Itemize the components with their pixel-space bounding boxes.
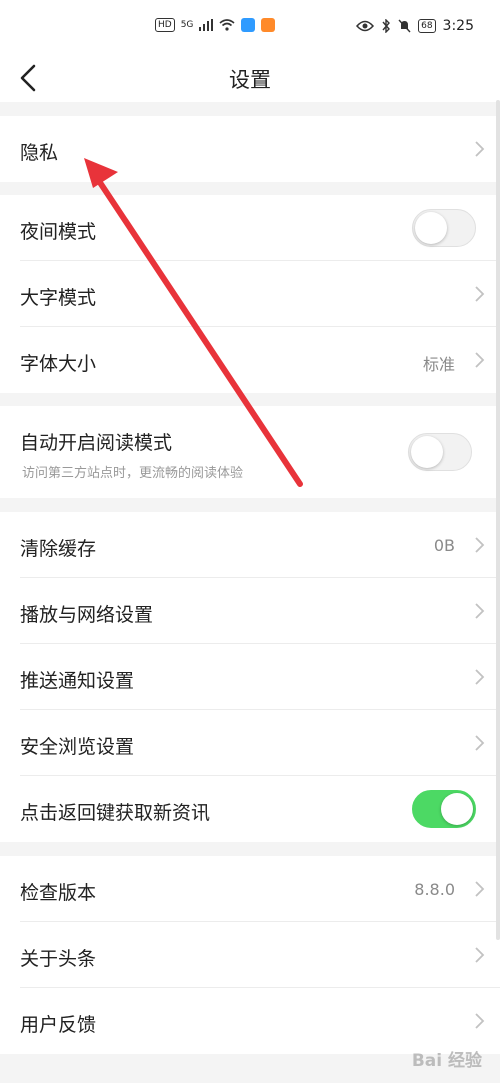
row-label: 用户反馈 — [20, 1014, 97, 1036]
row-label: 推送通知设置 — [20, 670, 135, 692]
toggle-knob — [441, 793, 473, 825]
chevron-right-icon — [475, 881, 485, 897]
row-label: 字体大小 — [20, 353, 97, 375]
chevron-right-icon — [475, 947, 485, 963]
video-app-icon — [261, 18, 276, 32]
nav-bar: 设置 — [0, 56, 500, 102]
setting-row-clear-cache[interactable]: 清除缓存 0B — [0, 512, 500, 578]
row-label: 隐私 — [20, 142, 59, 164]
chevron-right-icon — [475, 669, 485, 685]
setting-row-privacy[interactable]: 隐私 — [0, 116, 500, 182]
setting-row-night-mode[interactable]: 夜间模式 — [0, 195, 500, 261]
eye-icon — [356, 20, 375, 32]
chevron-right-icon — [475, 141, 485, 157]
back-refresh-toggle[interactable] — [412, 790, 476, 828]
chevron-right-icon — [475, 537, 485, 553]
setting-row-about[interactable]: 关于头条 — [0, 922, 500, 988]
chevron-right-icon — [475, 735, 485, 751]
row-label: 点击返回键获取新资讯 — [20, 802, 211, 824]
page-title: 设置 — [229, 68, 271, 92]
hd-icon: HD — [155, 18, 175, 32]
clock: 3:25 — [442, 18, 474, 34]
row-label: 大字模式 — [20, 287, 97, 309]
night-mode-toggle[interactable] — [412, 209, 476, 247]
row-label: 播放与网络设置 — [20, 604, 154, 626]
row-value: 标准 — [422, 355, 455, 374]
mute-bell-icon — [398, 19, 411, 33]
setting-row-font-size[interactable]: 字体大小 标准 — [0, 327, 500, 393]
setting-row-push-notify[interactable]: 推送通知设置 — [0, 644, 500, 710]
status-right: 68 3:25 — [356, 18, 474, 34]
row-label: 清除缓存 — [20, 538, 97, 560]
battery-icon: 68 — [418, 19, 436, 33]
scrollbar[interactable] — [496, 100, 500, 940]
row-value: 8.8.0 — [414, 880, 455, 899]
row-label: 自动开启阅读模式 — [20, 432, 173, 454]
setting-row-playback-network[interactable]: 播放与网络设置 — [0, 578, 500, 644]
toggle-knob — [411, 436, 443, 468]
setting-row-feedback[interactable]: 用户反馈 — [0, 988, 500, 1054]
signal-icon — [199, 19, 214, 31]
row-value: 0B — [433, 536, 455, 555]
row-label: 安全浏览设置 — [20, 736, 135, 758]
bluetooth-icon — [382, 19, 391, 33]
chevron-right-icon — [475, 1013, 485, 1029]
toggle-knob — [415, 212, 447, 244]
row-subtitle: 访问第三方站点时，更流畅的阅读体验 — [22, 466, 244, 481]
row-label: 夜间模式 — [20, 221, 97, 243]
status-left: HD 5G — [155, 18, 276, 32]
setting-row-safe-browsing[interactable]: 安全浏览设置 — [0, 710, 500, 776]
setting-row-large-text[interactable]: 大字模式 — [0, 261, 500, 327]
row-label: 检查版本 — [20, 882, 97, 904]
setting-row-reading-mode[interactable]: 自动开启阅读模式 访问第三方站点时，更流畅的阅读体验 — [0, 406, 500, 498]
reading-mode-toggle[interactable] — [408, 433, 472, 471]
setting-row-check-version[interactable]: 检查版本 8.8.0 — [0, 856, 500, 922]
row-label: 关于头条 — [20, 948, 97, 970]
chevron-right-icon — [475, 603, 485, 619]
network-label: 5G — [180, 20, 194, 30]
watermark: Bai 经验 — [411, 1051, 482, 1071]
status-bar: HD 5G 68 3:25 — [0, 0, 500, 56]
setting-row-back-refresh[interactable]: 点击返回键获取新资讯 — [0, 776, 500, 842]
chevron-right-icon — [475, 352, 485, 368]
search-app-icon — [241, 18, 256, 32]
wifi-icon — [219, 19, 235, 31]
chevron-right-icon — [475, 286, 485, 302]
